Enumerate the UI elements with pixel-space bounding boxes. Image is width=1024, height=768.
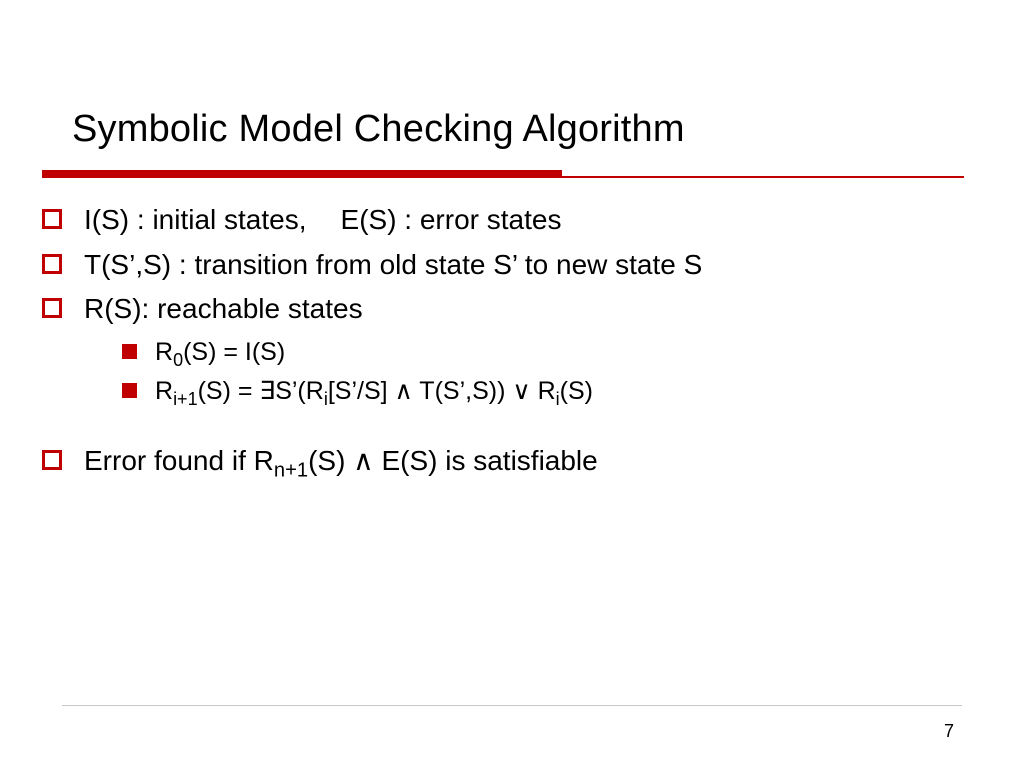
- square-filled-icon: [122, 383, 137, 398]
- bullet-text: T(S’,S) : transition from old state S’ t…: [84, 245, 964, 286]
- text-segment: Error found if R: [84, 445, 274, 476]
- subbullet-text: Ri+1(S) = ∃S’(Ri[S’/S] ∧ T(S’,S)) ∨ Ri(S…: [155, 373, 964, 411]
- text-segment: (S) = I(S): [183, 338, 285, 366]
- text-segment: R: [155, 377, 173, 405]
- text-segment: E(S) : error states: [341, 204, 562, 235]
- bullet-transition: T(S’,S) : transition from old state S’ t…: [42, 245, 964, 286]
- bullet-initial-error-states: I(S) : initial states, E(S) : error state…: [42, 200, 964, 241]
- text-segment: (S) ∧ E(S) is satisfiable: [308, 445, 598, 476]
- page-number: 7: [944, 721, 954, 742]
- text-segment: (S) = ∃S’(R: [198, 377, 324, 405]
- square-open-icon: [42, 298, 62, 318]
- text-segment: (S): [560, 377, 593, 405]
- vertical-spacer: [42, 413, 964, 441]
- bullet-reachable: R(S): reachable states: [42, 289, 964, 330]
- subbullet-text: R0(S) = I(S): [155, 334, 964, 372]
- text-segment: I(S) : initial states,: [84, 204, 307, 235]
- content-area: I(S) : initial states, E(S) : error state…: [42, 200, 964, 485]
- footer-divider: [62, 705, 962, 706]
- bullet-text: I(S) : initial states, E(S) : error state…: [84, 200, 964, 241]
- subscript: i+1: [173, 389, 198, 409]
- text-segment: R: [155, 338, 173, 366]
- subscript: n+1: [274, 459, 308, 481]
- underline-thin: [42, 176, 964, 178]
- subscript: 0: [173, 350, 183, 370]
- square-filled-icon: [122, 344, 137, 359]
- bullet-text: Error found if Rn+1(S) ∧ E(S) is satisfi…: [84, 441, 964, 482]
- bullet-text: R(S): reachable states: [84, 289, 964, 330]
- square-open-icon: [42, 450, 62, 470]
- slide: Symbolic Model Checking Algorithm I(S) :…: [0, 0, 1024, 768]
- slide-title: Symbolic Model Checking Algorithm: [72, 108, 685, 151]
- square-open-icon: [42, 254, 62, 274]
- bullet-error-found: Error found if Rn+1(S) ∧ E(S) is satisfi…: [42, 441, 964, 482]
- text-segment: [S’/S] ∧ T(S’,S)) ∨ R: [328, 377, 556, 405]
- subbullet-ri1: Ri+1(S) = ∃S’(Ri[S’/S] ∧ T(S’,S)) ∨ Ri(S…: [122, 373, 964, 411]
- subbullet-r0: R0(S) = I(S): [122, 334, 964, 372]
- square-open-icon: [42, 209, 62, 229]
- title-underline: [42, 170, 964, 178]
